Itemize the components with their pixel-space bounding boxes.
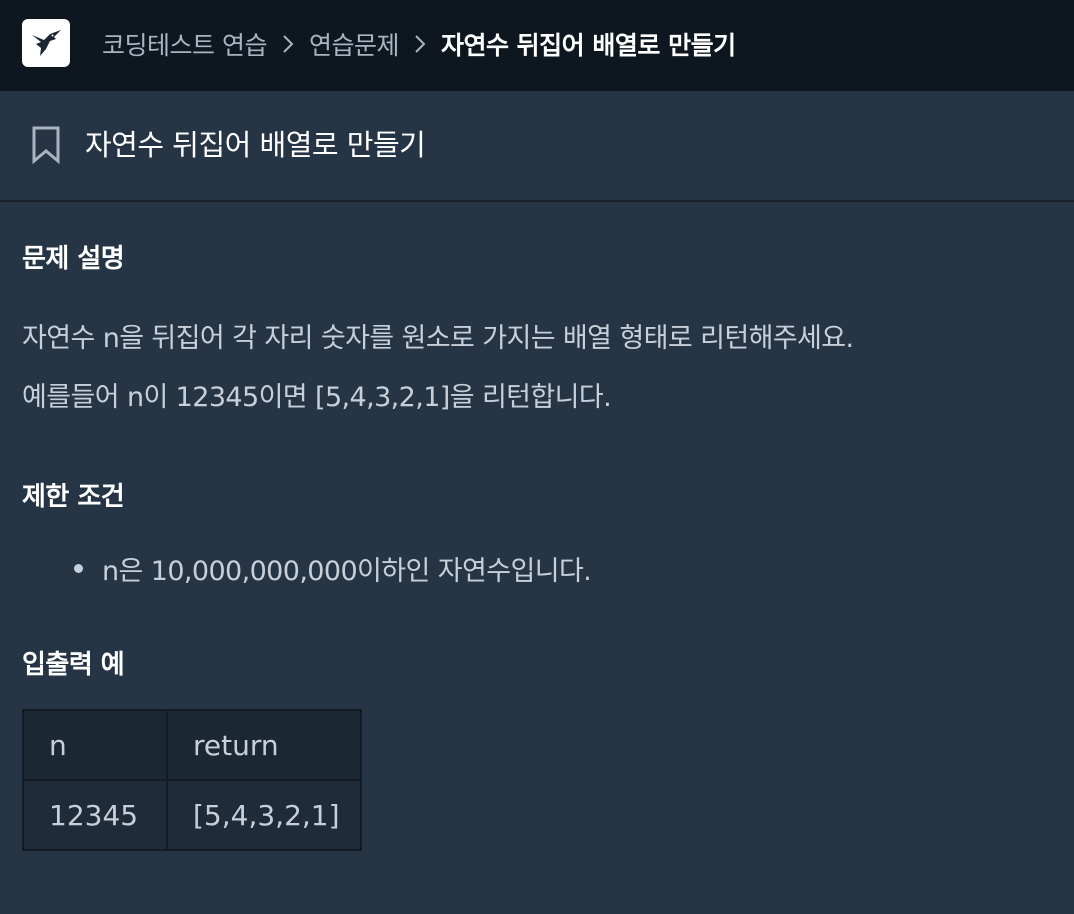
table-cell-return: [5,4,3,2,1] bbox=[166, 779, 362, 851]
constraint-item: n은 10,000,000,000이하인 자연수입니다. bbox=[74, 548, 592, 588]
breadcrumb-coding-test[interactable]: 코딩테스트 연습 bbox=[102, 26, 267, 62]
table-header-row: n return bbox=[22, 709, 362, 781]
chevron-right-icon bbox=[273, 24, 303, 64]
description-line: 예를들어 n이 12345이면 [5,4,3,2,1]을 리턴합니다. bbox=[22, 382, 612, 413]
bullet-icon bbox=[74, 563, 83, 573]
table-row: 12345 [5,4,3,2,1] bbox=[22, 779, 362, 851]
table-header-return: return bbox=[166, 709, 362, 781]
breadcrumb: 코딩테스트 연습 연습문제 자연수 뒤집어 배열로 만들기 bbox=[102, 24, 736, 64]
page-title: 자연수 뒤집어 배열로 만들기 bbox=[85, 128, 426, 162]
top-navigation-bar: 코딩테스트 연습 연습문제 자연수 뒤집어 배열로 만들기 bbox=[0, 0, 1074, 91]
hummingbird-logo-icon bbox=[32, 30, 61, 56]
chevron-right-icon bbox=[405, 24, 435, 64]
breadcrumb-practice[interactable]: 연습문제 bbox=[309, 26, 400, 62]
examples-table: n return 12345 [5,4,3,2,1] bbox=[22, 709, 362, 851]
bookmark-icon[interactable] bbox=[31, 126, 61, 164]
examples-heading: 입출력 예 bbox=[22, 650, 125, 680]
home-logo-button[interactable] bbox=[22, 19, 70, 67]
constraint-text: n은 10,000,000,000이하인 자연수입니다. bbox=[102, 555, 592, 587]
table-header-n: n bbox=[22, 709, 168, 781]
breadcrumb-current-problem: 자연수 뒤집어 배열로 만들기 bbox=[440, 31, 736, 60]
description-line: 자연수 n을 뒤집어 각 자리 숫자를 원소로 가지는 배열 형태로 리턴해주세… bbox=[22, 323, 854, 354]
description-heading: 문제 설명 bbox=[22, 244, 125, 274]
constraints-heading: 제한 조건 bbox=[22, 482, 125, 512]
table-cell-n: 12345 bbox=[22, 779, 168, 851]
